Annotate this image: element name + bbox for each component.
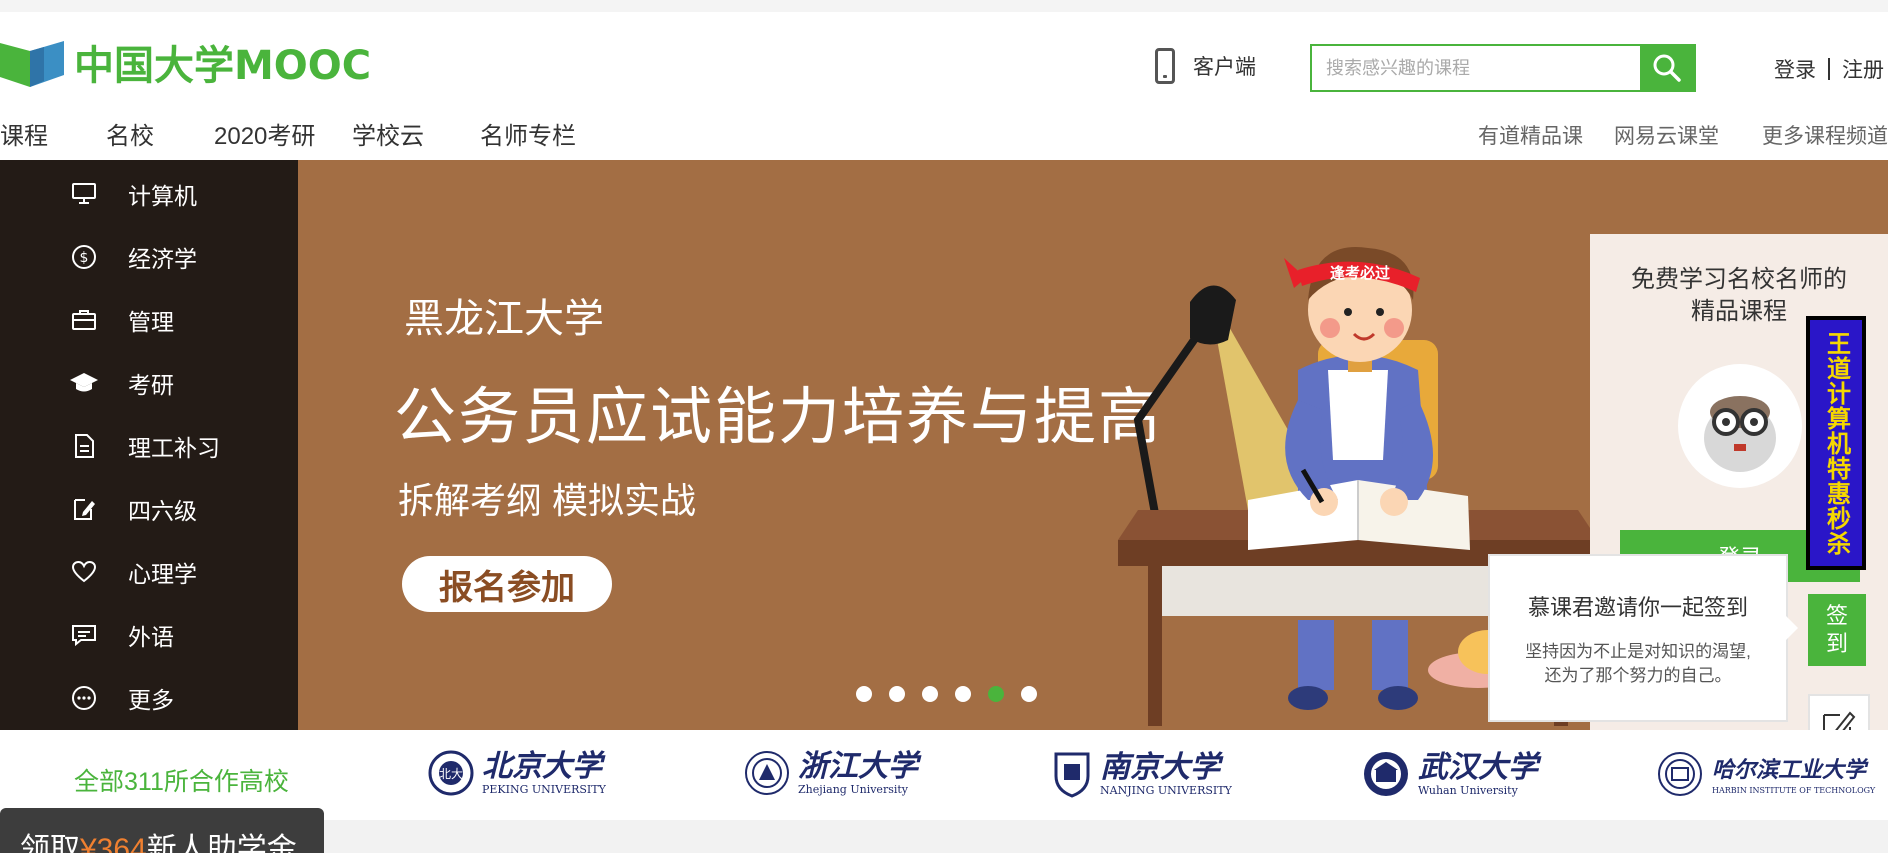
university-logo-hit[interactable]: 哈尔滨工业大学 HARBIN INSTITUTE OF TECHNOLOGY <box>1656 750 1875 798</box>
edit-icon <box>68 493 100 525</box>
coupon-prefix: 领取 <box>20 833 80 853</box>
svg-text:北大: 北大 <box>439 767 463 781</box>
category-label: 更多 <box>128 687 174 713</box>
top-header: 中国大学MOOC 客户端 登录 注册 <box>0 0 1888 100</box>
category-foreign-language[interactable]: 外语 <box>68 615 174 655</box>
category-computer[interactable]: 计算机 <box>68 174 197 214</box>
category-label: 考研 <box>128 372 174 398</box>
partner-universities: 全部311所合作高校 北大 北京大学 PEKING UNIVERSITY 浙江大… <box>0 730 1888 820</box>
search-icon <box>1653 54 1681 82</box>
category-label: 心理学 <box>128 561 197 587</box>
banner-title: 公务员应试能力培养与提高 <box>394 383 1163 452</box>
category-label: 计算机 <box>128 183 197 209</box>
client-label: 客户端 <box>1193 56 1256 79</box>
checkin-message: 坚持因为不止是对知识的渴望, 还为了那个努力的自己。 <box>1525 642 1751 685</box>
category-management[interactable]: 管理 <box>68 300 174 340</box>
client-download-link[interactable]: 客户端 <box>1155 48 1256 84</box>
briefcase-icon <box>68 304 100 336</box>
promo-vertical-ad[interactable]: 王道计算机特惠秒杀 <box>1806 316 1866 570</box>
svg-text:$: $ <box>80 250 89 266</box>
carousel-dot[interactable] <box>955 686 971 702</box>
checkin-button[interactable]: 签 到 <box>1808 594 1866 666</box>
banner-school: 黑龙江大学 <box>404 297 604 341</box>
university-logo-nju[interactable]: 南京大学 NANJING UNIVERSITY <box>1052 750 1232 798</box>
carousel-dot[interactable] <box>889 686 905 702</box>
more-icon <box>68 682 100 714</box>
carousel-dot-active[interactable] <box>988 686 1004 702</box>
graduation-cap-icon <box>68 367 100 399</box>
nav-item-schools[interactable]: 名校 <box>106 116 154 151</box>
university-logo-pku[interactable]: 北大 北京大学 PEKING UNIVERSITY <box>428 750 606 796</box>
login-link[interactable]: 登录 <box>1774 54 1816 84</box>
main-nav: 课程 名校 2020考研 学校云 名师专栏 有道精品课 网易云课堂 更多课程频道 <box>0 110 1888 160</box>
mobile-phone-icon <box>1155 48 1175 84</box>
nav-item-school-cloud[interactable]: 学校云 <box>352 116 424 151</box>
carousel-dots <box>856 686 1037 702</box>
hit-seal-icon <box>1658 752 1702 796</box>
category-label: 四六级 <box>128 498 197 524</box>
category-psychology[interactable]: 心理学 <box>68 552 197 592</box>
nav-item-teacher-column[interactable]: 名师专栏 <box>480 116 576 151</box>
category-science-tutoring[interactable]: 理工补习 <box>68 426 220 466</box>
nav-item-youdao[interactable]: 有道精品课 <box>1478 120 1583 150</box>
newcomer-coupon-bar[interactable]: 领取¥364新人助学金 <box>0 808 324 853</box>
banner-subtitle: 拆解考纲 模拟实战 <box>398 480 697 521</box>
zju-seal-icon <box>745 751 789 795</box>
register-link[interactable]: 注册 <box>1842 54 1884 84</box>
category-economics[interactable]: $ 经济学 <box>68 237 197 277</box>
checkin-title: 慕课君邀请你一起签到 <box>1527 595 1748 620</box>
nav-item-netease-cloud[interactable]: 网易云课堂 <box>1614 120 1719 150</box>
category-label: 管理 <box>128 309 174 335</box>
all-partners-link[interactable]: 全部311所合作高校 <box>74 762 289 798</box>
banner-signup-button[interactable]: 报名参加 <box>402 556 612 612</box>
heart-icon <box>68 556 100 588</box>
checkin-popup: 慕课君邀请你一起签到 坚持因为不止是对知识的渴望, 还为了那个努力的自己。 <box>1488 554 1798 722</box>
site-logo[interactable]: 中国大学MOOC <box>0 34 371 90</box>
search-input[interactable] <box>1312 46 1640 90</box>
document-icon <box>68 430 100 462</box>
whu-seal-icon <box>1364 752 1408 796</box>
logo-text: 中国大学MOOC <box>74 43 372 89</box>
carousel-dot[interactable] <box>856 686 872 702</box>
logo-book-icon <box>0 41 64 87</box>
carousel-dot[interactable] <box>1021 686 1037 702</box>
coupon-amount: ¥364 <box>80 833 147 853</box>
category-sidebar: 计算机 $ 经济学 管理 考研 理工补习 四六级 心理学 外语 更多 <box>0 160 298 730</box>
headband-text: 逢考必过 <box>1330 264 1390 282</box>
nav-item-more-channels[interactable]: 更多课程频道 <box>1762 120 1888 150</box>
category-label: 外语 <box>128 624 174 650</box>
mascot-avatar <box>1678 364 1802 488</box>
pku-seal-icon: 北大 <box>428 750 474 796</box>
dollar-icon: $ <box>68 241 100 273</box>
carousel-dot[interactable] <box>922 686 938 702</box>
search-box <box>1310 44 1696 92</box>
category-label: 理工补习 <box>128 435 220 461</box>
auth-divider <box>1828 58 1830 80</box>
category-more[interactable]: 更多 <box>68 678 174 718</box>
category-kaoyan[interactable]: 考研 <box>68 363 174 403</box>
auth-links: 登录 注册 <box>1774 54 1884 84</box>
nav-item-kaoyan[interactable]: 2020考研 <box>214 116 315 151</box>
chat-icon <box>68 619 100 651</box>
nav-item-courses[interactable]: 课程 <box>0 116 48 151</box>
coupon-suffix: 新人助学金 <box>146 833 297 853</box>
nju-shield-icon <box>1054 752 1090 798</box>
university-logo-zju[interactable]: 浙江大学 Zhejiang University <box>744 750 918 796</box>
monitor-icon <box>68 178 100 210</box>
category-cet[interactable]: 四六级 <box>68 489 197 529</box>
search-button[interactable] <box>1640 46 1694 90</box>
university-logo-whu[interactable]: 武汉大学 Wuhan University <box>1362 750 1538 798</box>
category-label: 经济学 <box>128 246 197 272</box>
